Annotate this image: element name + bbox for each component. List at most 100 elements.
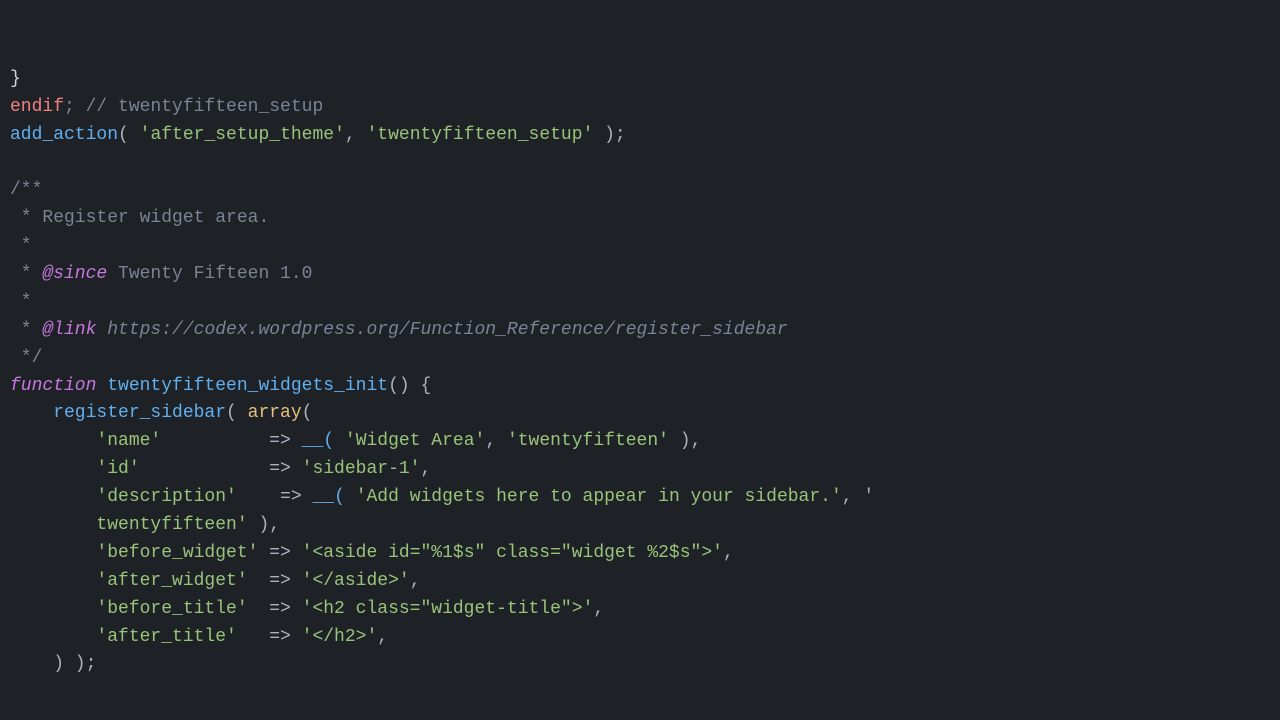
code-line: 'id' => 'sidebar-1', (0, 456, 1280, 484)
token: * (10, 320, 42, 340)
token: , (377, 627, 388, 647)
code-line: 'name' => __( 'Widget Area', 'twentyfift… (0, 428, 1280, 456)
line-content: 'before_widget' => '<aside id="%1$s" cla… (10, 540, 1280, 568)
token: , (485, 431, 507, 451)
token: twentyfifteen' (10, 515, 248, 535)
token: __( (312, 487, 344, 507)
token: ); (593, 125, 625, 145)
token: array (248, 403, 302, 423)
token: , (410, 571, 421, 591)
line-content: ) ); (10, 651, 1280, 679)
token: ; // twentyfifteen_setup (64, 97, 323, 117)
token: , (345, 125, 367, 145)
token: ), (248, 515, 280, 535)
code-line: endif; // twentyfifteen_setup (0, 94, 1280, 122)
code-line: /** (0, 177, 1280, 205)
code-line: */ (0, 345, 1280, 373)
code-block: }endif; // twentyfifteen_setupadd_action… (0, 0, 1280, 689)
line-content: /** (10, 177, 1280, 205)
token: 'after_widget' (10, 571, 248, 591)
token: () { (388, 376, 431, 396)
token: => (248, 571, 302, 591)
token: Twenty Fifteen 1.0 (107, 264, 312, 284)
code-line: add_action( 'after_setup_theme', 'twenty… (0, 122, 1280, 150)
token: function (10, 376, 96, 396)
line-content: 'description' => __( 'Add widgets here t… (10, 484, 1280, 512)
token: 'after_title' (10, 627, 237, 647)
token: 'id' (10, 459, 140, 479)
code-line: * @since Twenty Fifteen 1.0 (0, 261, 1280, 289)
line-content: * @link https://codex.wordpress.org/Func… (10, 317, 1280, 345)
token: 'description' (10, 487, 237, 507)
code-line: * (0, 289, 1280, 317)
token: '</h2>' (302, 627, 378, 647)
code-line: 'after_title' => '</h2>', (0, 624, 1280, 652)
token: , ' (842, 487, 874, 507)
token: * (10, 264, 42, 284)
token: /** (10, 180, 42, 200)
token: => (140, 459, 302, 479)
token: => (237, 487, 313, 507)
line-content: * (10, 289, 1280, 317)
token: => (161, 431, 301, 451)
token (345, 487, 356, 507)
code-line: 'description' => __( 'Add widgets here t… (0, 484, 1280, 512)
line-content: add_action( 'after_setup_theme', 'twenty… (10, 122, 1280, 150)
line-content: * Register widget area. (10, 205, 1280, 233)
token: '</aside>' (302, 571, 410, 591)
line-content: * @since Twenty Fifteen 1.0 (10, 261, 1280, 289)
token: @since (42, 264, 107, 284)
line-content: 'after_title' => '</h2>', (10, 624, 1280, 652)
code-line (0, 149, 1280, 177)
code-editor: }endif; // twentyfifteen_setupadd_action… (0, 0, 1280, 720)
line-content: 'name' => __( 'Widget Area', 'twentyfift… (10, 428, 1280, 456)
code-line: * (0, 233, 1280, 261)
token: 'after_setup_theme' (140, 125, 345, 145)
code-line: 'before_widget' => '<aside id="%1$s" cla… (0, 540, 1280, 568)
token: __( (302, 431, 334, 451)
token (334, 431, 345, 451)
token: 'name' (10, 431, 161, 451)
token: ), (669, 431, 701, 451)
line-content: endif; // twentyfifteen_setup (10, 94, 1280, 122)
line-content: 'id' => 'sidebar-1', (10, 456, 1280, 484)
token: @link (42, 320, 96, 340)
token: '<h2 class="widget-title">' (302, 599, 594, 619)
token: * (10, 292, 32, 312)
token: => (237, 627, 302, 647)
token: } (10, 69, 21, 89)
token: ( (226, 403, 248, 423)
token: '<aside id="%1$s" class="widget %2$s">' (302, 543, 723, 563)
line-content: */ (10, 345, 1280, 373)
token: 'twentyfifteen_setup' (366, 125, 593, 145)
token: twentyfifteen_widgets_init (96, 376, 388, 396)
token: , (723, 543, 734, 563)
code-line: 'after_widget' => '</aside>', (0, 568, 1280, 596)
line-content: } (10, 66, 1280, 94)
token: => (258, 543, 301, 563)
token: => (248, 599, 302, 619)
token: https://codex.wordpress.org/Function_Ref… (96, 320, 787, 340)
token: 'twentyfifteen' (507, 431, 669, 451)
token: ( (118, 125, 140, 145)
line-content: 'before_title' => '<h2 class="widget-tit… (10, 596, 1280, 624)
line-content: * (10, 233, 1280, 261)
token: , (593, 599, 604, 619)
line-content: register_sidebar( array( (10, 400, 1280, 428)
token: endif (10, 97, 64, 117)
line-content: function twentyfifteen_widgets_init() { (10, 373, 1280, 401)
token: ( (302, 403, 313, 423)
token: 'before_title' (10, 599, 248, 619)
code-line: } (0, 66, 1280, 94)
token: * (10, 236, 32, 256)
line-content (10, 149, 1280, 177)
token: 'Add widgets here to appear in your side… (356, 487, 842, 507)
token: 'Widget Area' (345, 431, 485, 451)
line-content: 'after_widget' => '</aside>', (10, 568, 1280, 596)
token: add_action (10, 125, 118, 145)
code-line: function twentyfifteen_widgets_init() { (0, 373, 1280, 401)
token: register_sidebar (10, 403, 226, 423)
token: 'before_widget' (10, 543, 258, 563)
code-line: ) ); (0, 651, 1280, 679)
code-line: * Register widget area. (0, 205, 1280, 233)
